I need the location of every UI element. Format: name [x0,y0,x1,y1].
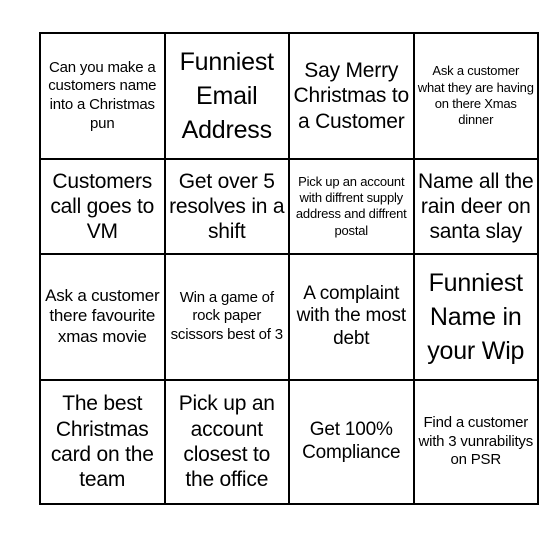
bingo-cell-r2c3[interactable]: Pick up an account with diffrent supply … [288,157,415,255]
bingo-grid-body: Can you make a customers name into a Chr… [39,32,539,506]
bingo-cell-text: Funniest Email Address [179,47,274,144]
bingo-cell-text: Can you make a customers name into a Chr… [48,58,157,132]
bingo-cell-r1c2[interactable]: Funniest Email Address [163,32,290,160]
bingo-cell-r3c1[interactable]: Ask a customer there favourite xmas movi… [39,252,166,381]
bingo-cell-text: Get 100% Compliance [302,419,401,463]
bingo-cell-text: Ask a customer there favourite xmas movi… [45,285,160,347]
bingo-cell-text: Name all the rain deer on santa slay [418,169,534,243]
bingo-row: Can you make a customers name into a Chr… [39,32,539,160]
bingo-cell-r3c4[interactable]: Funniest Name in your Wip [412,252,539,381]
bingo-cell-text: The best Christmas card on the team [50,392,154,491]
bingo-cell-text: Pick up an account with diffrent supply … [295,173,407,238]
bingo-cell-text: Pick up an account closest to the office [178,392,275,491]
bingo-row: Customers call goes to VM Get over 5 res… [39,157,539,255]
bingo-card: Can you make a customers name into a Chr… [39,32,539,506]
bingo-cell-r4c1[interactable]: The best Christmas card on the team [39,378,166,506]
bingo-cell-text: Ask a customer what they are having on t… [417,63,534,128]
bingo-cell-r4c3[interactable]: Get 100% Compliance [288,378,415,506]
bingo-cell-text: Find a customer with 3 vunrabilitys on P… [418,413,534,469]
bingo-cell-text: Get over 5 resolves in a shift [169,169,285,243]
bingo-row: The best Christmas card on the team Pick… [39,378,539,506]
bingo-cell-text: Funniest Name in your Wip [427,268,525,365]
bingo-cell-r1c1[interactable]: Can you make a customers name into a Chr… [39,32,166,160]
bingo-cell-r4c4[interactable]: Find a customer with 3 vunrabilitys on P… [412,378,539,506]
bingo-cell-r1c3[interactable]: Say Merry Christmas to a Customer [288,32,415,160]
bingo-row: Ask a customer there favourite xmas movi… [39,252,539,381]
bingo-cell-text: Win a game of rock paper scissors best o… [170,288,283,344]
bingo-cell-r1c4[interactable]: Ask a customer what they are having on t… [412,32,539,160]
bingo-cell-r3c2[interactable]: Win a game of rock paper scissors best o… [163,252,290,381]
bingo-cell-text: Customers call goes to VM [50,169,155,243]
bingo-cell-text: Say Merry Christmas to a Customer [293,59,410,133]
bingo-cell-r2c1[interactable]: Customers call goes to VM [39,157,166,255]
bingo-cell-r2c2[interactable]: Get over 5 resolves in a shift [163,157,290,255]
bingo-cell-r3c3[interactable]: A complaint with the most debt [288,252,415,381]
bingo-cell-r2c4[interactable]: Name all the rain deer on santa slay [412,157,539,255]
bingo-cell-text: A complaint with the most debt [296,282,407,350]
bingo-cell-r4c2[interactable]: Pick up an account closest to the office [163,378,290,506]
bingo-grid: Can you make a customers name into a Chr… [39,32,539,506]
